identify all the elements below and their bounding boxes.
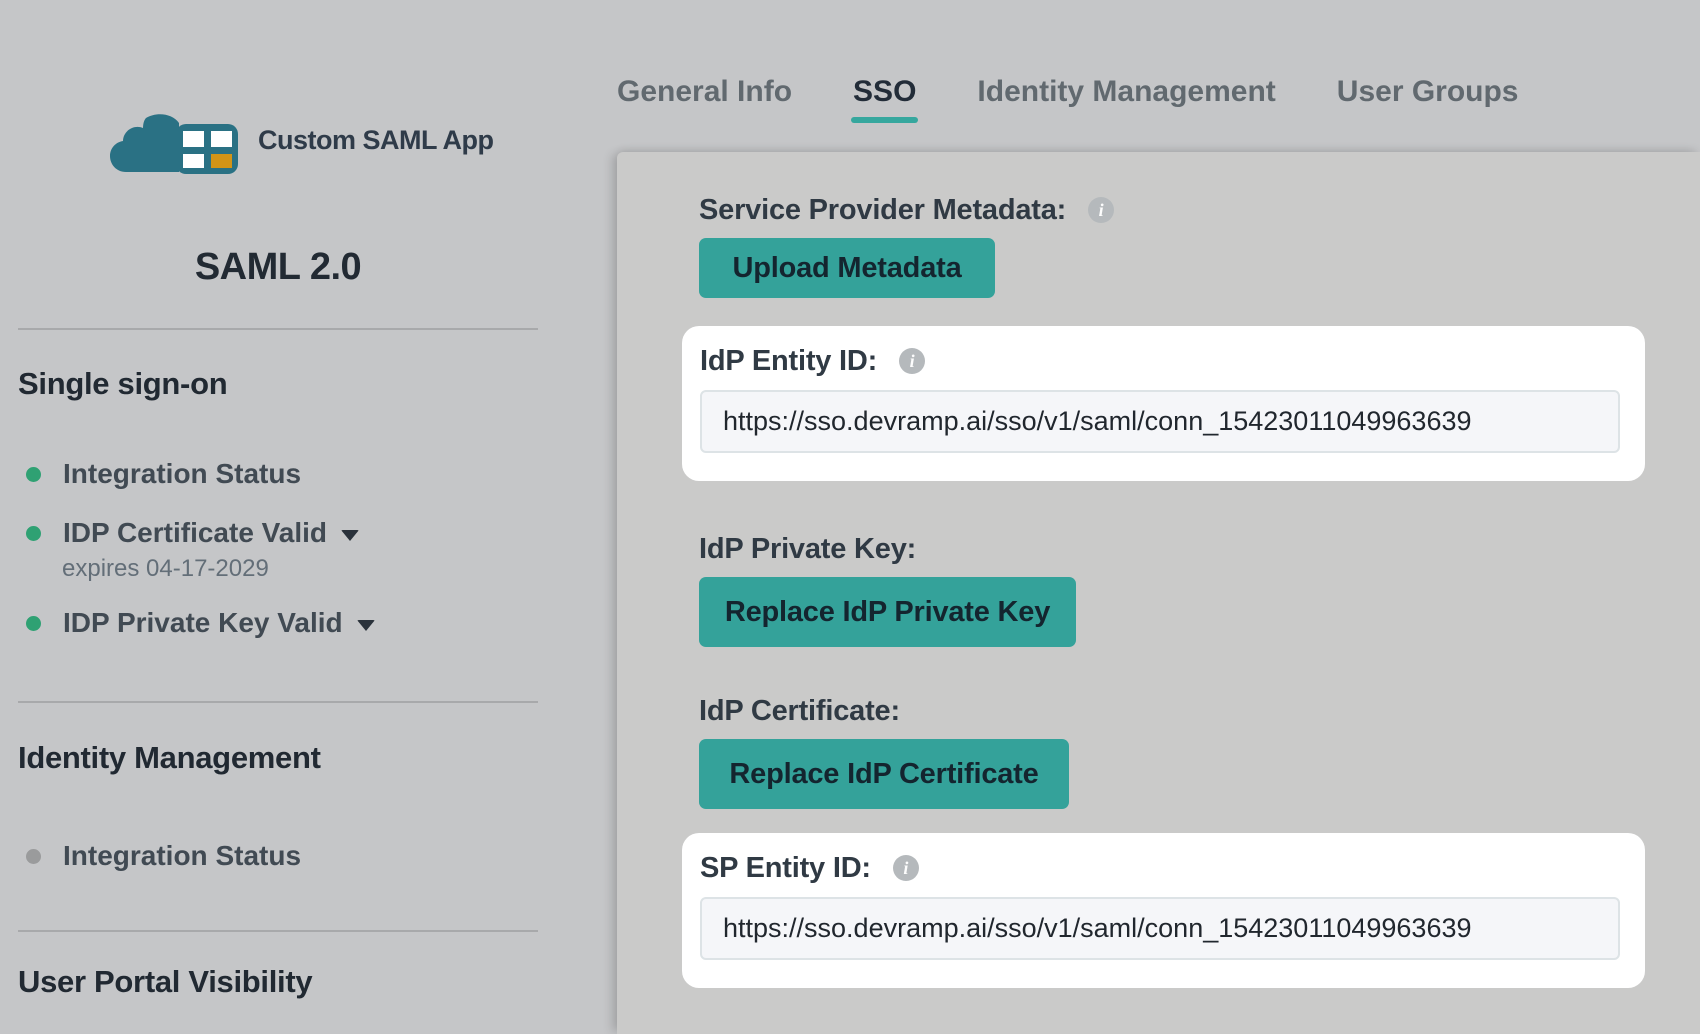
sp-entity-id-card: SP Entity ID: i https://sso.devramp.ai/s…: [682, 833, 1645, 988]
sp-entity-id-label: SP Entity ID:: [700, 852, 871, 885]
section-title-identity-management: Identity Management: [18, 740, 321, 776]
sidebar-item-integration-status: Integration Status: [18, 458, 558, 490]
idp-entity-id-row: IdP Entity ID: i: [700, 347, 1620, 375]
sidebar-item-idp-certificate-valid[interactable]: IDP Certificate Valid: [18, 517, 558, 549]
cloud-shape: [110, 114, 179, 172]
tab-sso[interactable]: SSO: [853, 75, 916, 109]
sp-entity-id-row: SP Entity ID: i: [700, 854, 1620, 882]
tab-general-info[interactable]: General Info: [617, 75, 792, 109]
tab-user-groups[interactable]: User Groups: [1337, 75, 1519, 109]
cloud-grid-logo-icon: [110, 104, 246, 176]
status-dot-green-icon: [26, 616, 41, 631]
upload-metadata-button[interactable]: Upload Metadata: [699, 238, 995, 298]
info-icon[interactable]: i: [1088, 197, 1114, 223]
status-dot-green-icon: [26, 467, 41, 482]
sso-tab-panel: Service Provider Metadata: i Upload Meta…: [617, 152, 1700, 1034]
sidebar-divider: [18, 930, 538, 932]
sp-entity-id-input[interactable]: https://sso.devramp.ai/sso/v1/saml/conn_…: [700, 897, 1620, 960]
chevron-down-icon[interactable]: [357, 620, 375, 631]
info-icon[interactable]: i: [899, 348, 925, 374]
sidebar-item-idp-private-key-valid[interactable]: IDP Private Key Valid: [18, 607, 558, 639]
info-icon[interactable]: i: [893, 855, 919, 881]
sidebar-divider: [18, 328, 538, 330]
idp-certificate-label: IdP Certificate:: [699, 695, 900, 728]
app-logo-title: Custom SAML App: [258, 125, 494, 156]
chevron-down-icon[interactable]: [341, 530, 359, 541]
section-title-single-sign-on: Single sign-on: [18, 366, 227, 402]
service-provider-metadata-row: Service Provider Metadata: i: [699, 196, 1700, 224]
section-title-user-portal-visibility: User Portal Visibility: [18, 964, 312, 1000]
replace-idp-certificate-button[interactable]: Replace IdP Certificate: [699, 739, 1069, 809]
app-logo: Custom SAML App: [110, 104, 494, 176]
idp-entity-id-input[interactable]: https://sso.devramp.ai/sso/v1/saml/conn_…: [700, 390, 1620, 453]
idp-certificate-row: IdP Certificate:: [699, 697, 1700, 725]
protocol-title: SAML 2.0: [18, 246, 538, 289]
service-provider-metadata-label: Service Provider Metadata:: [699, 194, 1066, 227]
idp-entity-id-label: IdP Entity ID:: [700, 345, 877, 378]
status-dot-green-icon: [26, 526, 41, 541]
sidebar-divider: [18, 701, 538, 703]
status-dot-gray-icon: [26, 849, 41, 864]
sidebar: Custom SAML App SAML 2.0 Single sign-on …: [0, 0, 617, 1034]
sidebar-item-idm-integration-status: Integration Status: [18, 840, 558, 872]
replace-idp-private-key-button[interactable]: Replace IdP Private Key: [699, 577, 1076, 647]
idp-private-key-row: IdP Private Key:: [699, 535, 1700, 563]
tab-bar: General Info SSO Identity Management Use…: [617, 70, 1519, 114]
idp-private-key-label: IdP Private Key:: [699, 533, 916, 566]
tab-identity-management[interactable]: Identity Management: [977, 75, 1275, 109]
idp-entity-id-card: IdP Entity ID: i https://sso.devramp.ai/…: [682, 326, 1645, 481]
certificate-expiry-text: expires 04-17-2029: [62, 555, 269, 583]
